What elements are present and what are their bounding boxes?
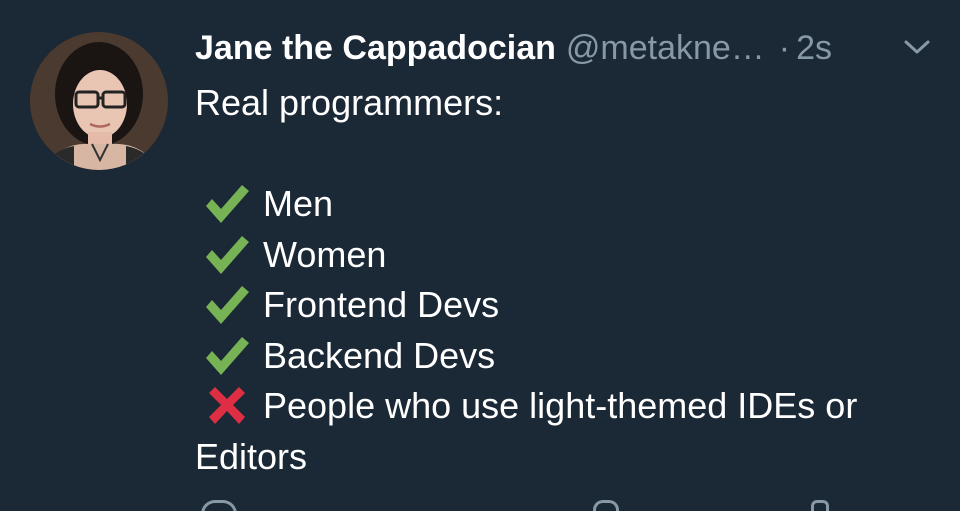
timestamp[interactable]: 2s bbox=[796, 29, 832, 68]
meta-separator: · bbox=[778, 28, 791, 67]
list-item: Frontend Devs bbox=[195, 280, 935, 331]
cross-mark-icon bbox=[203, 384, 251, 428]
list-item: Women bbox=[195, 230, 935, 281]
list-item: Men bbox=[195, 179, 935, 230]
list-item: People who use light-themed IDEs or bbox=[195, 381, 935, 432]
check-mark-icon bbox=[203, 283, 251, 327]
check-mark-icon bbox=[203, 182, 251, 226]
chevron-down-icon[interactable] bbox=[902, 36, 932, 58]
reply-icon[interactable] bbox=[201, 500, 237, 511]
list-item-label: Men bbox=[263, 183, 334, 224]
tweet-text: Real programmers: Men Women Frontend Dev… bbox=[195, 78, 935, 482]
tweet-header: Jane the Cappadocian @metakne… · 2s bbox=[195, 26, 832, 70]
list-item-label: Women bbox=[263, 233, 387, 275]
list-item-label: Backend Devs bbox=[263, 334, 496, 376]
list-item-continuation: Editors bbox=[195, 435, 308, 477]
tweet[interactable]: Jane the Cappadocian @metakne… · 2s Real… bbox=[0, 0, 960, 511]
share-icon[interactable] bbox=[811, 500, 829, 511]
author-handle[interactable]: @metakne… bbox=[566, 29, 765, 68]
avatar[interactable] bbox=[30, 32, 168, 170]
check-mark-icon bbox=[203, 334, 251, 378]
tweet-intro: Real programmers: bbox=[195, 82, 504, 123]
check-mark-icon bbox=[203, 233, 251, 277]
action-bar bbox=[195, 500, 935, 511]
author-display-name[interactable]: Jane the Cappadocian bbox=[195, 29, 556, 68]
avatar-image bbox=[30, 32, 168, 170]
like-icon[interactable] bbox=[593, 500, 619, 511]
list-item-label: Frontend Devs bbox=[263, 284, 500, 325]
list-item-label: People who use light-themed IDEs or bbox=[263, 385, 858, 426]
list-item: Backend Devs bbox=[195, 331, 935, 382]
